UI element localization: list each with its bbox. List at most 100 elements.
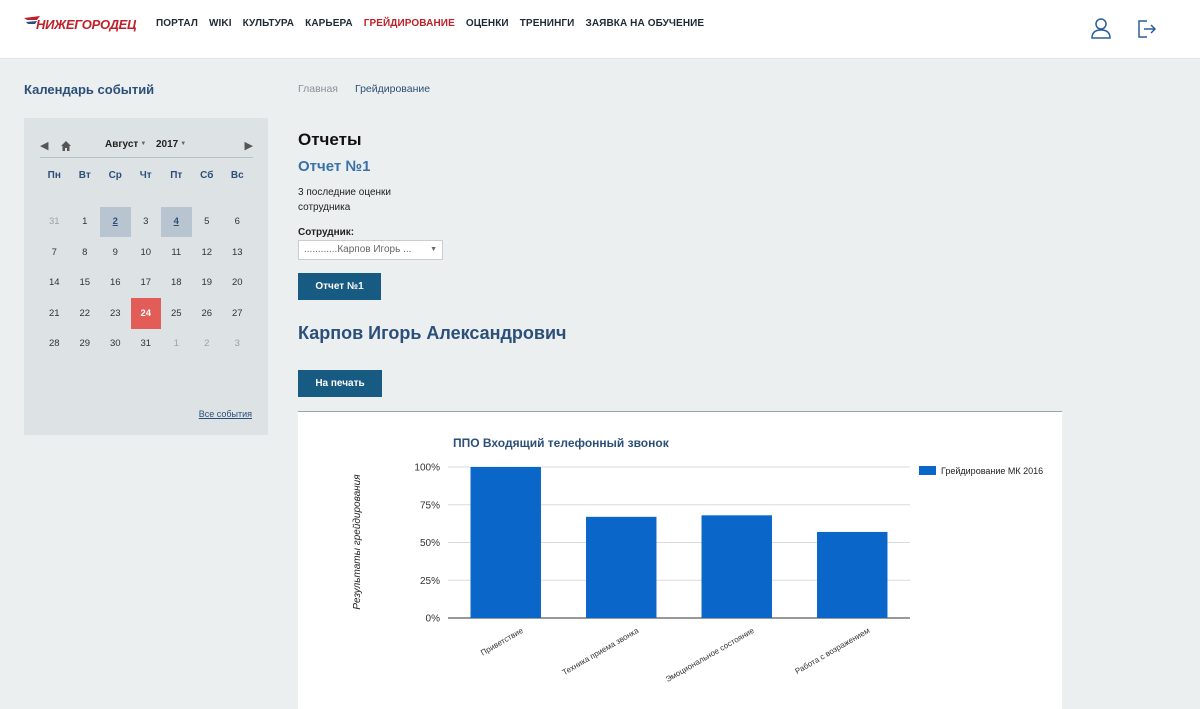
chart-title: ППО Входящий телефонный звонок (453, 436, 670, 450)
calendar-day[interactable]: 27 (222, 298, 253, 329)
calendar-title: Календарь событий (24, 82, 155, 97)
weekday-label: Пт (170, 169, 183, 181)
month-select[interactable]: Август ▼ (105, 139, 146, 150)
calendar-day[interactable]: 16 (100, 268, 131, 299)
x-tick-label: Техника приема звонка (561, 626, 641, 677)
nav-item-2[interactable]: КУЛЬТУРА (243, 18, 295, 29)
print-button[interactable]: На печать (298, 370, 382, 397)
legend-swatch (919, 466, 936, 475)
weekday-label: Вс (230, 169, 244, 181)
calendar-day[interactable]: 15 (70, 268, 101, 299)
report-description: 3 последние оценки сотрудника (298, 187, 391, 213)
calendar-day-event[interactable]: 2 (100, 206, 131, 237)
calendar-day[interactable]: 26 (192, 298, 223, 329)
calendar-day[interactable]: 1 (161, 329, 192, 360)
logo[interactable]: Нижегородец (24, 14, 137, 36)
main-nav: ПОРТАЛ WIKI КУЛЬТУРА КАРЬЕРА ГРЕЙДИРОВАНИЕ ОЦ… (156, 18, 715, 29)
all-events-link[interactable]: Все события (199, 409, 252, 419)
calendar-day[interactable]: 22 (70, 298, 101, 329)
x-tick-label: Работа с возражением (794, 626, 872, 676)
y-tick-label: 0% (426, 614, 441, 625)
calendar-day[interactable]: 28 (39, 329, 70, 360)
x-tick-label: Эмоциональное состояние (664, 626, 756, 684)
page-title: Отчеты (298, 130, 362, 149)
calendar-day[interactable]: 29 (70, 329, 101, 360)
calendar-day[interactable]: 21 (39, 298, 70, 329)
chart-panel: ППО Входящий телефонный звонок 0% 25% 50% 75… (298, 411, 1062, 709)
home-icon[interactable] (60, 139, 72, 151)
calendar-day[interactable]: 8 (70, 237, 101, 268)
nav-item-4[interactable]: ГРЕЙДИРОВАНИЕ (364, 18, 455, 29)
report-button[interactable]: Отчет №1 (298, 273, 381, 300)
nav-item-0[interactable]: ПОРТАЛ (156, 18, 198, 29)
weekday-label: Сб (200, 169, 214, 181)
calendar-day[interactable]: 30 (100, 329, 131, 360)
bar-1 (586, 516, 657, 618)
nav-item-5[interactable]: ОЦЕНКИ (466, 18, 509, 29)
calendar-day[interactable]: 11 (161, 237, 192, 268)
calendar-day-event[interactable]: 4 (161, 206, 192, 237)
calendar-day[interactable]: 3 (131, 207, 162, 238)
logout-icon[interactable] (1136, 17, 1158, 41)
calendar-day[interactable]: 18 (161, 268, 192, 299)
weekday-label: Чт (139, 169, 152, 181)
bar-0 (470, 467, 541, 618)
calendar-day[interactable]: 12 (192, 237, 223, 268)
next-month-icon[interactable]: ▶ (245, 139, 253, 152)
breadcrumb-home[interactable]: Главная (298, 83, 338, 95)
nav-item-6[interactable]: ТРЕНИНГИ (520, 18, 575, 29)
calendar-day[interactable]: 9 (100, 237, 131, 268)
chevron-down-icon: ▼ (430, 246, 437, 253)
calendar-day[interactable]: 7 (39, 237, 70, 268)
bar-3 (817, 531, 888, 618)
nav-item-7[interactable]: ЗАЯВКА НА ОБУЧЕНИЕ (585, 18, 704, 29)
calendar-day[interactable]: 6 (222, 207, 253, 238)
y-tick-label: 75% (420, 500, 440, 511)
y-tick-label: 50% (420, 538, 440, 549)
employee-name: Карпов Игорь Александрович (298, 323, 567, 343)
employee-label: Сотрудник: (298, 227, 355, 238)
calendar-day[interactable]: 1 (70, 207, 101, 238)
calendar-day[interactable]: 31 (39, 207, 70, 238)
nav-item-1[interactable]: WIKI (209, 18, 232, 29)
chevron-down-icon: ▼ (180, 141, 187, 147)
calendar-day[interactable]: 17 (131, 268, 162, 299)
top-bar: Нижегородец ПОРТАЛ WIKI КУЛЬТУРА КАРЬЕРА ГРЕ… (0, 0, 1200, 59)
calendar-day[interactable]: 31 (131, 329, 162, 360)
calendar-grid: Пн Вт Ср Чт Пт Сб Вс 31 1 2 3 4 5 6 7 8 9 10 11 12 13 14 15 16 1… (39, 170, 254, 360)
report-title: Отчет №1 (298, 158, 371, 175)
prev-month-icon[interactable]: ◀ (40, 139, 48, 152)
employee-select-value: ............Карпов Игорь ... (304, 244, 412, 255)
calendar-day[interactable]: 2 (192, 329, 223, 360)
calendar-day[interactable]: 3 (222, 329, 253, 360)
calendar-day[interactable]: 5 (192, 207, 223, 238)
y-tick-label: 100% (414, 463, 440, 474)
calendar-day-today[interactable]: 24 (130, 298, 161, 329)
calendar-day[interactable]: 10 (131, 237, 162, 268)
weekday-label: Пн (47, 169, 61, 181)
nav-item-3[interactable]: КАРЬЕРА (305, 18, 353, 29)
year-select[interactable]: 2017 ▼ (156, 139, 186, 150)
calendar-day[interactable]: 25 (161, 298, 192, 329)
bar-chart: ППО Входящий телефонный звонок 0% 25% 50% 75… (352, 436, 1043, 684)
calendar-day[interactable]: 20 (222, 268, 253, 299)
employee-select[interactable]: ............Карпов Игорь ... ▼ (298, 240, 443, 260)
legend-label: Грейдирование МК 2016 (941, 466, 1043, 476)
calendar-day[interactable]: 13 (222, 237, 253, 268)
bar-2 (701, 515, 772, 618)
breadcrumb: Главная Грейдирование (298, 83, 430, 95)
weekday-label: Вт (78, 169, 91, 181)
calendar-header: ◀ Август ▼ 2017 ▼ ▶ (40, 138, 253, 158)
calendar-day[interactable]: 14 (39, 268, 70, 299)
x-tick-label: Приветствие (479, 626, 525, 658)
user-icon[interactable] (1090, 17, 1112, 41)
breadcrumb-current: Грейдирование (354, 83, 431, 95)
event-calendar: ◀ Август ▼ 2017 ▼ ▶ Пн Вт Ср Чт Пт Сб Вс 31 1 2 3 4 5 6… (24, 118, 268, 435)
calendar-day[interactable]: 19 (192, 268, 223, 299)
y-tick-label: 25% (420, 576, 440, 587)
weekday-label: Ср (108, 169, 122, 181)
calendar-day[interactable]: 23 (100, 298, 131, 329)
logo-text: Нижегородец (36, 17, 137, 32)
chevron-down-icon: ▼ (140, 141, 147, 147)
y-axis-label: Результаты грейдирования (352, 474, 363, 610)
